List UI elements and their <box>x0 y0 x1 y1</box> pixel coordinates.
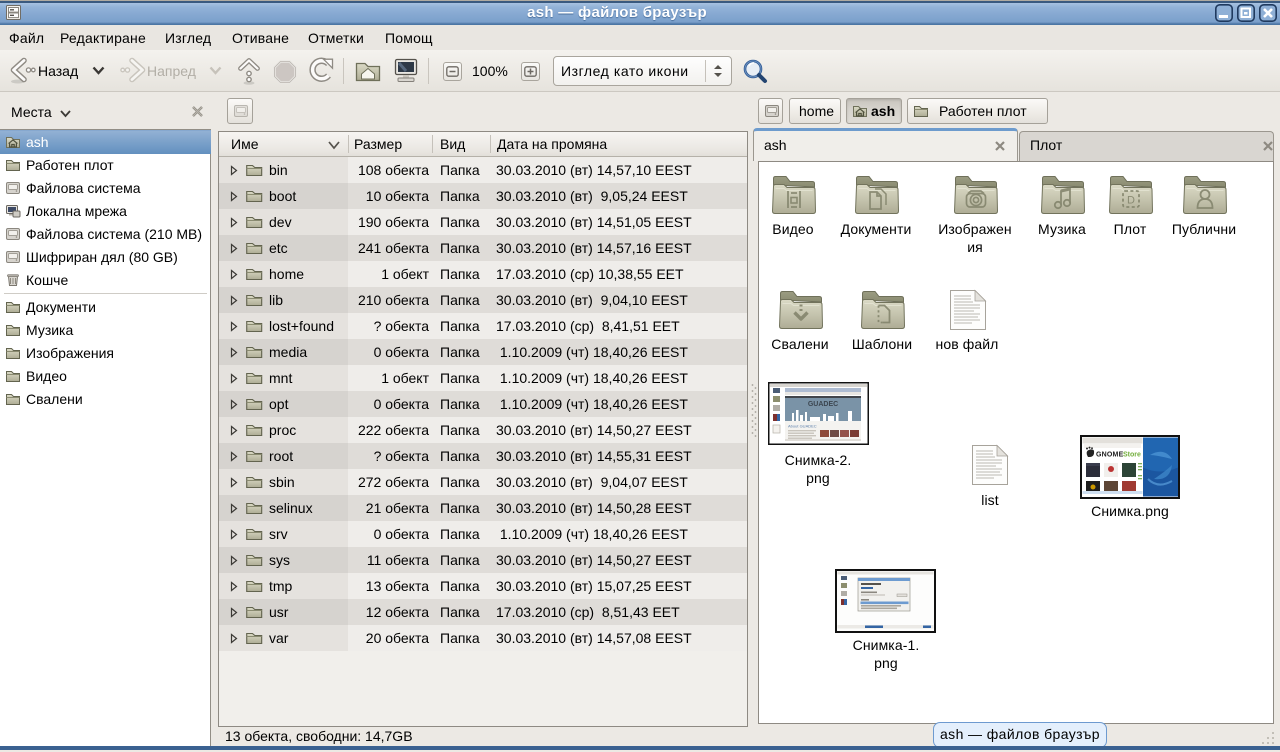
svg-text:GNOME: GNOME <box>1096 452 1124 459</box>
svg-text:GUADEC: GUADEC <box>808 401 838 408</box>
svg-text:D: D <box>1127 195 1135 207</box>
svg-text:About GUADEC: About GUADEC <box>788 424 817 429</box>
svg-text:Store: Store <box>1123 452 1141 459</box>
